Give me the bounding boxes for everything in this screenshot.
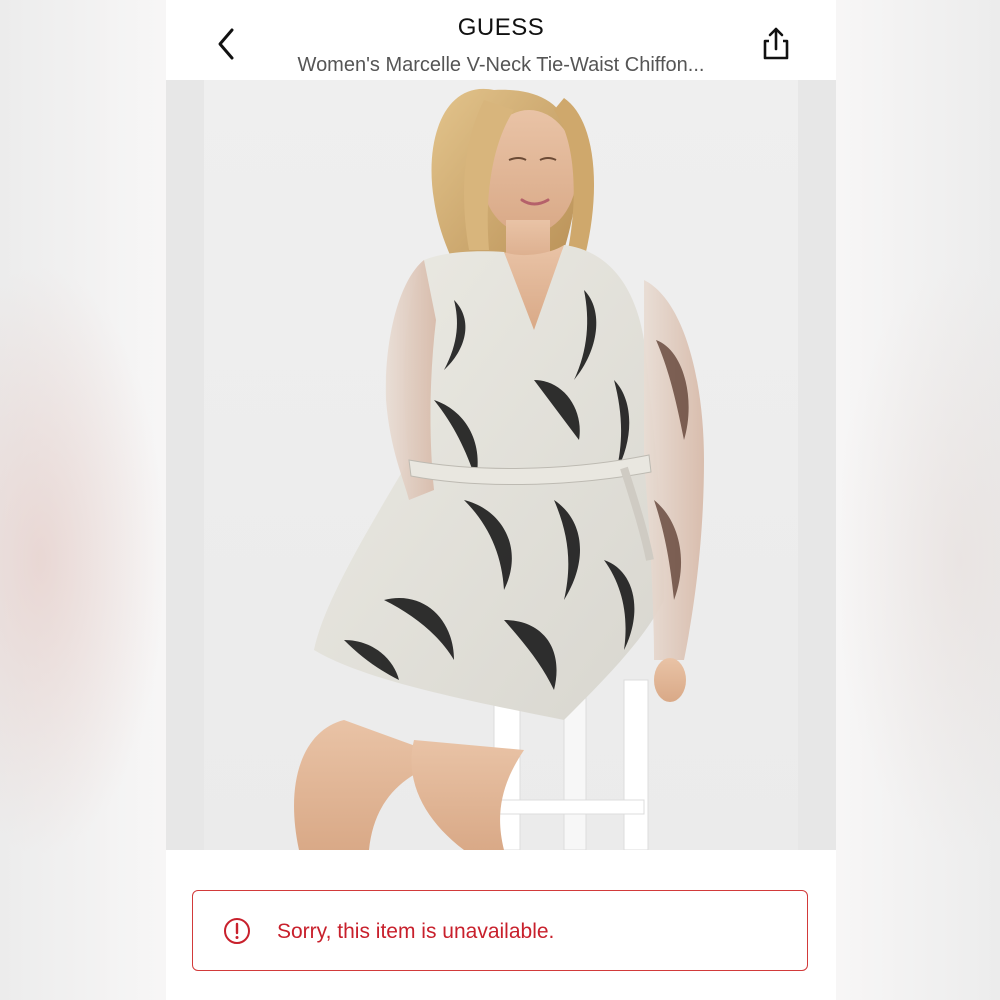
- share-icon: [763, 27, 789, 60]
- model-illustration: [294, 88, 704, 850]
- unavailable-alert: Sorry, this item is unavailable.: [192, 890, 808, 971]
- brand-name: GUESS: [457, 14, 545, 41]
- product-image-carousel[interactable]: [166, 80, 836, 850]
- product-page: GUESS Women's Marcelle V-Neck Tie-Waist …: [166, 0, 836, 1000]
- product-title: Women's Marcelle V-Neck Tie-Waist Chiffo…: [297, 54, 705, 76]
- product-photo: [204, 80, 798, 850]
- unavailable-message: Sorry, this item is unavailable.: [277, 920, 555, 943]
- product-header: GUESS Women's Marcelle V-Neck Tie-Waist …: [166, 0, 836, 80]
- share-button[interactable]: [758, 24, 794, 64]
- alert-circle-icon: [224, 918, 250, 944]
